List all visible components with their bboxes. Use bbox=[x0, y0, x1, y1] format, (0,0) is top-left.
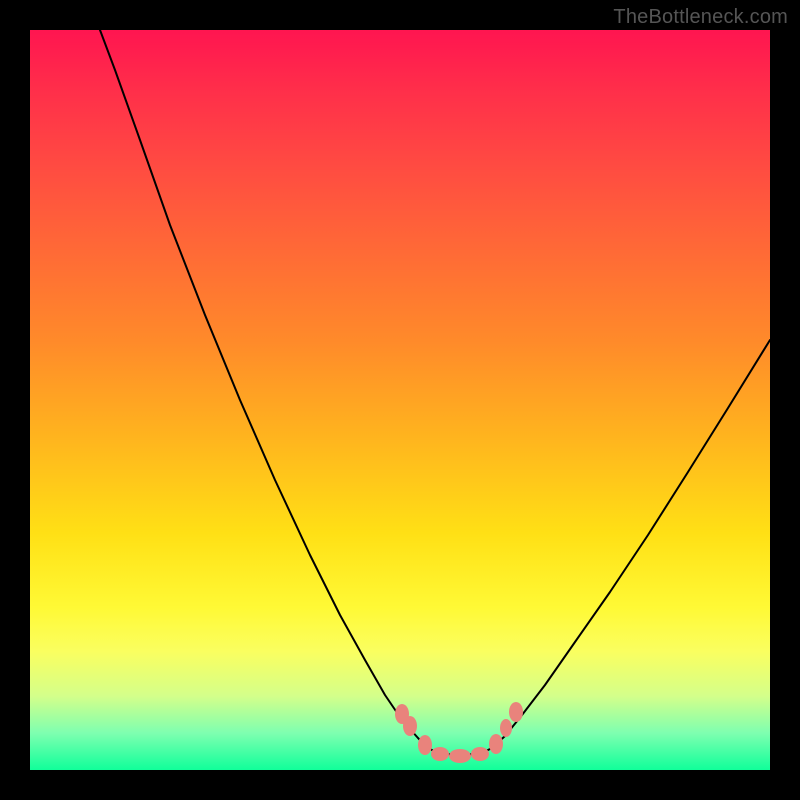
series-group bbox=[100, 30, 770, 755]
marker-point-6 bbox=[489, 734, 503, 754]
marker-group bbox=[395, 702, 523, 763]
marker-point-4 bbox=[449, 749, 471, 763]
marker-point-3 bbox=[431, 747, 449, 761]
watermark-text: TheBottleneck.com bbox=[613, 6, 788, 29]
plot-area bbox=[30, 30, 770, 770]
series-right-branch bbox=[484, 340, 770, 752]
marker-point-8 bbox=[509, 702, 523, 722]
marker-point-7 bbox=[500, 719, 512, 737]
marker-point-5 bbox=[471, 747, 489, 761]
marker-point-2 bbox=[418, 735, 432, 755]
chart-frame: TheBottleneck.com bbox=[0, 0, 800, 800]
marker-point-1 bbox=[403, 716, 417, 736]
curve-svg bbox=[30, 30, 770, 770]
series-left-branch bbox=[100, 30, 436, 752]
